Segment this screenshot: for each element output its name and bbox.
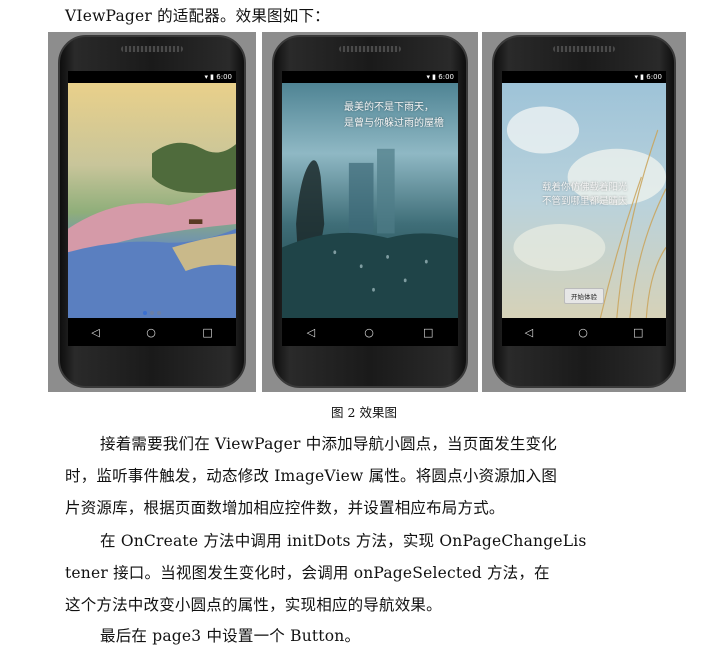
phone-frame: ▾ ▮ 6:00 [272, 35, 468, 388]
quote-line-1: 载着你仿佛载着阳光 [542, 182, 628, 193]
speaker-grille [121, 46, 183, 52]
indicator-dot-active [143, 311, 147, 315]
quote-line-2: 是曾与你躲过雨的屋檐 [344, 118, 444, 129]
recent-apps-icon[interactable]: □ [633, 326, 643, 339]
quote-line-2: 不管到哪里都是晴天 [542, 196, 628, 207]
intro-line: VIewPager 的适配器。效果图如下： [65, 7, 330, 25]
home-icon[interactable]: ○ [578, 326, 588, 339]
landscape-image [68, 83, 236, 318]
phone-screen: ▾ ▮ 6:00 [68, 71, 236, 346]
nav-bar: ◁ ○ □ [68, 318, 236, 346]
paragraph-line: 接着需要我们在 ViewPager 中添加导航小圆点，当页面发生变化 [100, 435, 557, 453]
phone-frame: ▾ ▮ 6:00 [58, 35, 246, 388]
figure-caption: 图 2 效果图 [331, 405, 397, 420]
home-icon[interactable]: ○ [364, 326, 374, 339]
status-bar: ▾ ▮ 6:00 [502, 71, 666, 83]
indicator-dot [150, 311, 154, 315]
back-icon[interactable]: ◁ [525, 326, 533, 339]
screenshot-page1: ▾ ▮ 6:00 ◁ ○ □ [48, 32, 256, 392]
paragraph-line: 在 OnCreate 方法中调用 initDots 方法，实现 OnPageCh… [100, 532, 587, 550]
nav-bar: ◁ ○ □ [282, 318, 458, 346]
nav-bar: ◁ ○ □ [502, 318, 666, 346]
screenshot-page2: ▾ ▮ 6:00 最美的不是下雨天， 是曾与你躲过雨的屋檐 ◁ ○ □ [262, 32, 478, 392]
paragraph-line: 片资源库，根据页面数增加相应控件数，并设置相应布局方式。 [65, 499, 505, 517]
speaker-grille [553, 46, 615, 52]
screenshot-page3: ▾ ▮ 6:00 载着你仿佛载着阳光 不管到哪里都是晴天 开始体验 ◁ ○ □ [482, 32, 686, 392]
recent-apps-icon[interactable]: □ [202, 326, 212, 339]
recent-apps-icon[interactable]: □ [423, 326, 433, 339]
page-indicator [68, 311, 236, 315]
paragraph-line: 最后在 page3 中设置一个 Button。 [100, 627, 361, 645]
indicator-dot [157, 311, 161, 315]
speaker-grille [339, 46, 401, 52]
paragraph-line: 这个方法中改变小圆点的属性，实现相应的导航效果。 [65, 596, 442, 614]
phone-screen: ▾ ▮ 6:00 [282, 71, 458, 346]
paragraph-line: 时，监听事件触发，动态修改 ImageView 属性。将圆点小资源加入图 [65, 467, 558, 485]
status-bar: ▾ ▮ 6:00 [68, 71, 236, 83]
start-button[interactable]: 开始体验 [564, 288, 604, 304]
quote-line-1: 最美的不是下雨天， [344, 102, 434, 113]
phone-frame: ▾ ▮ 6:00 载着你仿佛载着阳光 不管到哪里都是晴天 开始体验 ◁ ○ □ [492, 35, 676, 388]
paragraph-line: tener 接口。当视图发生变化时，会调用 onPageSelected 方法，… [65, 564, 550, 582]
status-bar: ▾ ▮ 6:00 [282, 71, 458, 83]
status-time: 6:00 [216, 73, 232, 81]
status-time: 6:00 [646, 73, 662, 81]
back-icon[interactable]: ◁ [91, 326, 99, 339]
status-time: 6:00 [438, 73, 454, 81]
home-icon[interactable]: ○ [146, 326, 156, 339]
back-icon[interactable]: ◁ [307, 326, 315, 339]
phone-screen: ▾ ▮ 6:00 载着你仿佛载着阳光 不管到哪里都是晴天 开始体验 ◁ ○ □ [502, 71, 666, 346]
